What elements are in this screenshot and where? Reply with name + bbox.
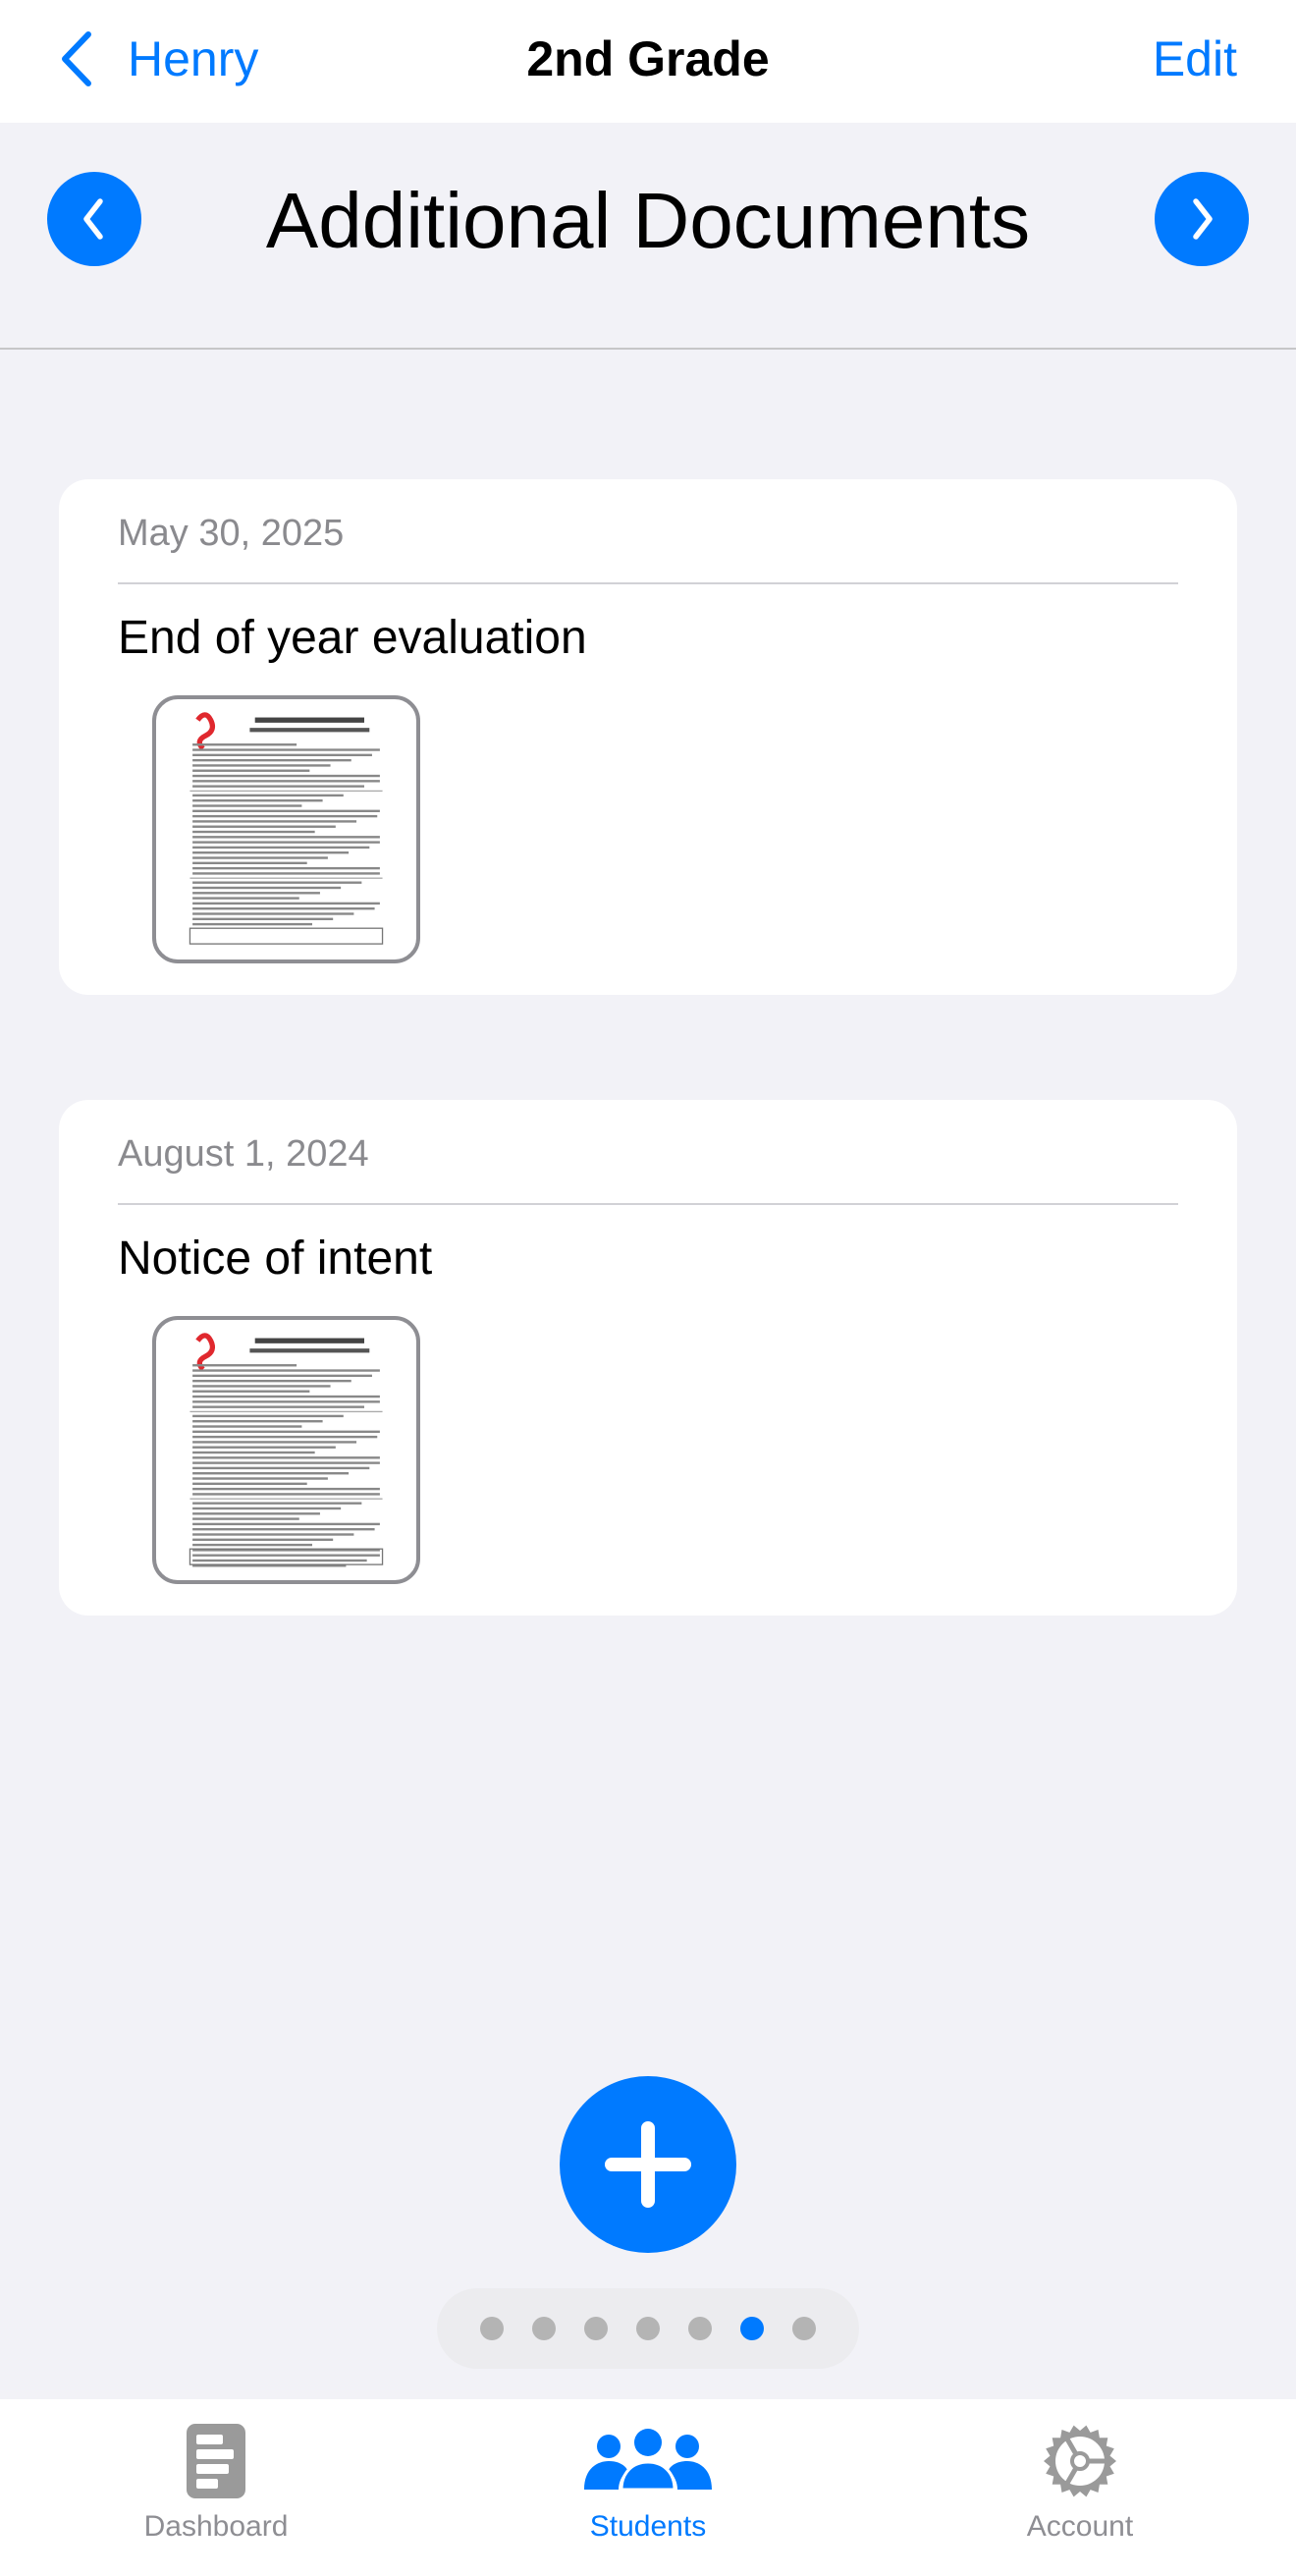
tab-label: Dashboard xyxy=(143,2510,289,2543)
tab-students[interactable]: Students xyxy=(501,2399,795,2547)
document-card[interactable]: May 30, 2025 End of year evaluation xyxy=(59,479,1237,995)
header-divider xyxy=(0,348,1296,350)
chevron-right-icon xyxy=(1193,198,1213,240)
page-dot[interactable] xyxy=(688,2317,712,2340)
card-divider xyxy=(118,582,1178,584)
add-document-button[interactable] xyxy=(560,2076,736,2253)
tab-dashboard[interactable]: Dashboard xyxy=(69,2399,363,2547)
tab-bar: Dashboard Students Account xyxy=(0,2399,1296,2576)
page-dot[interactable] xyxy=(532,2317,556,2340)
page-dot[interactable] xyxy=(792,2317,816,2340)
card-divider xyxy=(118,1203,1178,1205)
tab-label: Account xyxy=(1026,2510,1134,2543)
page-dot[interactable] xyxy=(740,2317,764,2340)
document-thumbnail[interactable] xyxy=(152,695,420,963)
document-title: Notice of intent xyxy=(118,1233,433,1285)
navigation-bar: Henry 2nd Grade Edit xyxy=(0,0,1296,123)
people-icon xyxy=(584,2429,712,2492)
page-dot[interactable] xyxy=(636,2317,660,2340)
document-card[interactable]: August 1, 2024 Notice of intent xyxy=(59,1100,1237,1616)
next-section-button[interactable] xyxy=(1155,172,1249,266)
page-dot[interactable] xyxy=(480,2317,504,2340)
document-date: May 30, 2025 xyxy=(118,513,345,554)
section-title: Additional Documents xyxy=(265,177,1031,264)
edit-button[interactable]: Edit xyxy=(1153,27,1237,90)
document-title: End of year evaluation xyxy=(118,612,587,664)
page-indicator[interactable] xyxy=(437,2288,859,2369)
dashboard-icon xyxy=(187,2424,245,2498)
plus-icon xyxy=(605,2121,691,2208)
section-header: Additional Documents xyxy=(0,123,1296,349)
form-document-icon xyxy=(189,712,384,945)
form-document-icon xyxy=(189,1333,384,1567)
gear-icon xyxy=(1044,2425,1116,2497)
tab-label: Students xyxy=(589,2510,707,2543)
nav-title: 2nd Grade xyxy=(526,31,770,86)
document-date: August 1, 2024 xyxy=(118,1133,369,1175)
tab-account[interactable]: Account xyxy=(933,2399,1227,2547)
page-dot[interactable] xyxy=(584,2317,608,2340)
document-thumbnail[interactable] xyxy=(152,1316,420,1584)
